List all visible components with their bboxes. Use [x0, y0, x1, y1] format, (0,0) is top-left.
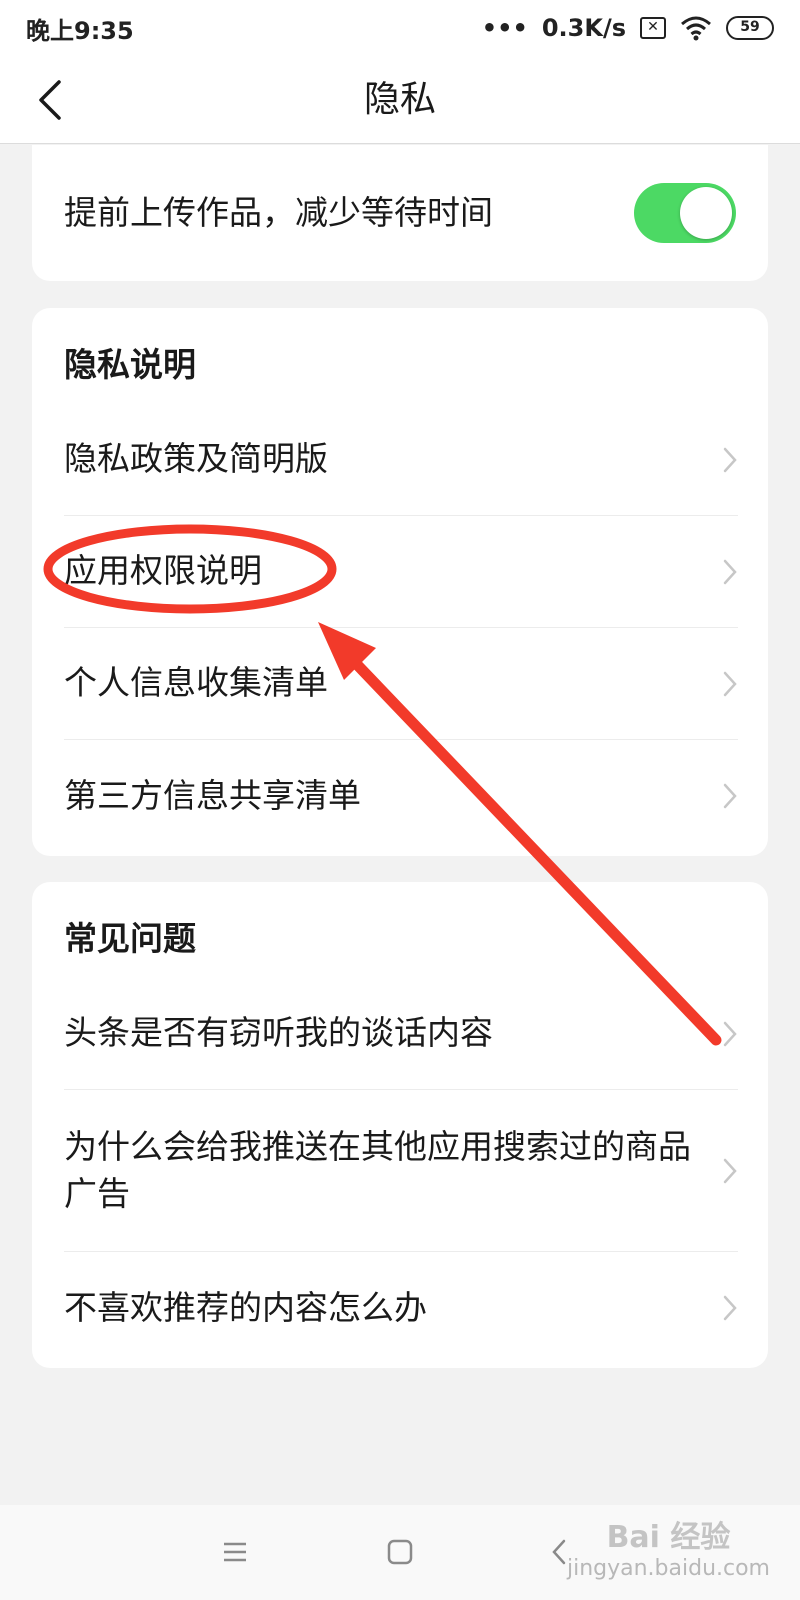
- chevron-right-icon: [723, 671, 737, 696]
- privacy-section-card: 隐私说明 隐私政策及简明版 应用权限说明 个人信息收集清单 第三方信息共享清单: [32, 308, 768, 856]
- status-dots: •••: [481, 14, 528, 42]
- chevron-right-icon: [723, 783, 737, 809]
- faq-section-card: 常见问题 头条是否有窃听我的谈话内容 为什么会给我推送在其他应用搜索过的商品广告…: [32, 882, 768, 1368]
- upload-setting-row: 提前上传作品，减少等待时间: [64, 167, 736, 259]
- chevron-right-icon: [723, 1021, 737, 1046]
- menu-icon: [224, 1542, 246, 1562]
- network-speed: 0.3K/s: [541, 14, 626, 42]
- list-item-eavesdrop[interactable]: 头条是否有窃听我的谈话内容: [64, 978, 738, 1090]
- list-item-privacy-policy[interactable]: 隐私政策及简明版: [64, 404, 738, 516]
- status-bar: 晚上9:35 ••• 0.3K/s ✕ 59: [0, 0, 800, 56]
- list-item-label: 个人信息收集清单: [64, 663, 328, 703]
- chevron-right-icon: [723, 1158, 737, 1183]
- list-item-label: 隐私政策及简明版: [64, 439, 328, 479]
- list-item-label: 头条是否有窃听我的谈话内容: [64, 1013, 493, 1053]
- upload-setting-card: 提前上传作品，减少等待时间: [32, 145, 768, 281]
- baidu-watermark: Bai 经验 jingyan.baidu.com: [567, 1520, 770, 1582]
- watermark-main: Bai 经验: [606, 1520, 731, 1555]
- status-icons: ••• 0.3K/s ✕ 59: [482, 14, 774, 42]
- back-button[interactable]: [22, 70, 78, 130]
- list-item-label: 不喜欢推荐的内容怎么办: [64, 1287, 427, 1327]
- chevron-right-icon: [723, 447, 737, 472]
- list-item-dislike-content[interactable]: 不喜欢推荐的内容怎么办: [64, 1252, 738, 1364]
- chevron-right-icon: [723, 559, 737, 584]
- chevron-left-icon: [39, 80, 61, 120]
- battery-icon: 59: [726, 16, 774, 40]
- list-item-label: 为什么会给我推送在其他应用搜索过的商品广告: [64, 1127, 691, 1213]
- toggle-knob: [680, 187, 732, 239]
- upload-toggle[interactable]: [634, 183, 736, 243]
- privacy-section-title: 隐私说明: [64, 345, 196, 384]
- list-item-app-permissions[interactable]: 应用权限说明: [64, 516, 738, 628]
- upload-setting-label: 提前上传作品，减少等待时间: [64, 192, 493, 232]
- list-item-label: 应用权限说明: [64, 551, 262, 591]
- home-button[interactable]: [377, 1529, 423, 1575]
- square-icon: [387, 1539, 413, 1565]
- status-time: 晚上9:35: [26, 16, 134, 45]
- chevron-right-icon: [723, 1295, 737, 1321]
- header: 隐私: [0, 56, 800, 144]
- list-item-personal-info[interactable]: 个人信息收集清单: [64, 628, 738, 740]
- wifi-icon: [681, 16, 711, 41]
- list-item-third-party[interactable]: 第三方信息共享清单: [64, 740, 738, 852]
- watermark-sub: jingyan.baidu.com: [566, 1556, 770, 1581]
- page-title: 隐私: [363, 79, 436, 120]
- list-item-label: 第三方信息共享清单: [64, 775, 361, 815]
- faq-section-title: 常见问题: [64, 919, 196, 958]
- menu-button[interactable]: [212, 1529, 258, 1575]
- list-item-ad-push[interactable]: 为什么会给我推送在其他应用搜索过的商品广告: [64, 1090, 738, 1252]
- sim-icon: ✕: [640, 17, 666, 39]
